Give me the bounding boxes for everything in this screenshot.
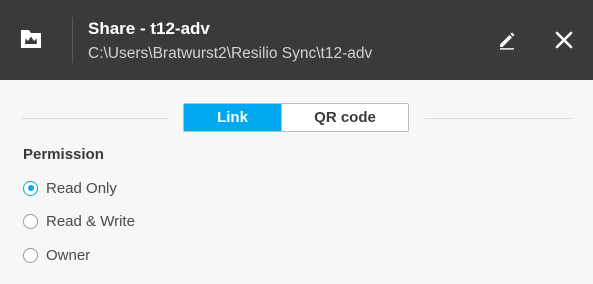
shared-folder-icon	[21, 30, 41, 48]
dialog-header: Share - t12-adv C:\Users\Bratwurst2\Resi…	[0, 0, 593, 80]
permission-read-write[interactable]: Read & Write	[23, 211, 135, 231]
radio-button[interactable]	[23, 180, 38, 196]
close-icon[interactable]	[555, 31, 573, 49]
folder-path: C:\Users\Bratwurst2\Resilio Sync\t12-adv	[88, 45, 373, 62]
radio-button[interactable]	[23, 247, 38, 263]
permission-heading: Permission	[23, 146, 104, 163]
share-mode-tabs: Link QR code	[183, 103, 409, 132]
permission-owner[interactable]: Owner	[23, 245, 90, 265]
separator-left	[22, 118, 168, 119]
permission-read-only[interactable]: Read Only	[23, 178, 117, 198]
radio-label: Read Only	[46, 179, 117, 197]
tab-qr-code[interactable]: QR code	[281, 104, 408, 131]
pencil-icon[interactable]	[497, 30, 517, 50]
dialog-title: Share - t12-adv	[88, 19, 210, 38]
radio-label: Owner	[46, 246, 91, 264]
tab-link[interactable]: Link	[184, 104, 281, 131]
separator-right	[425, 118, 571, 119]
radio-button[interactable]	[23, 213, 38, 229]
radio-label: Read & Write	[46, 212, 135, 230]
header-divider	[72, 17, 73, 63]
